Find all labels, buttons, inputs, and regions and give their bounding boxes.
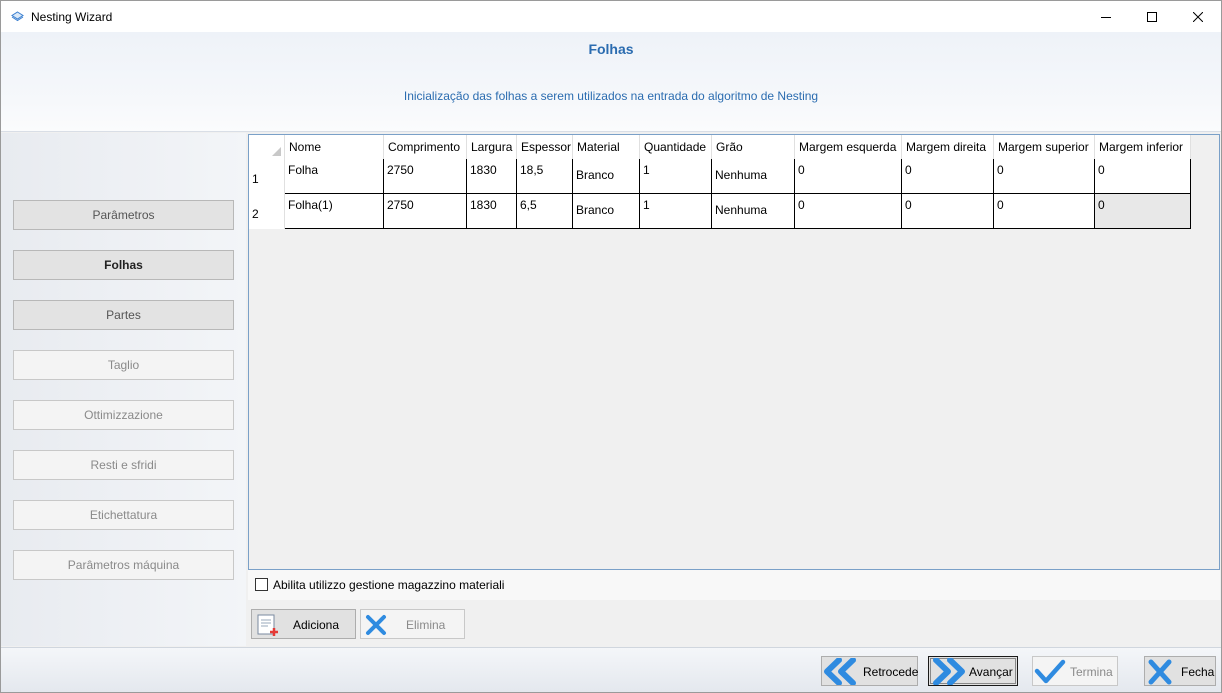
nav-button-ottimizzazione[interactable]: Ottimizzazione — [13, 400, 234, 430]
cell-margem-esquerda[interactable]: 0 — [795, 159, 902, 194]
cell-quantidade[interactable]: 1 — [640, 159, 712, 194]
cell-espessor[interactable]: 18,5 — [517, 159, 573, 194]
cell-margem-esquerda[interactable]: 0 — [795, 194, 902, 229]
nav-button-parametros-maquina[interactable]: Parâmetros máquina — [13, 550, 234, 580]
cell-margem-direita[interactable]: 0 — [902, 159, 994, 194]
delete-button-label: Elimina — [406, 618, 446, 632]
close-icon — [1193, 11, 1203, 22]
next-button[interactable]: Avançar — [928, 656, 1018, 686]
add-document-icon — [257, 614, 278, 636]
cell-grao[interactable]: Nenhuma — [712, 159, 795, 194]
column-header-grao[interactable]: Grão — [712, 135, 795, 159]
back-button-label: Retrocede — [863, 665, 919, 679]
app-diamond-icon — [11, 11, 24, 22]
cell-quantidade[interactable]: 1 — [640, 194, 712, 229]
back-button[interactable]: Retrocede — [821, 656, 918, 686]
column-header-margem-superior[interactable]: Margem superior — [994, 135, 1095, 159]
nav-button-partes[interactable]: Partes — [13, 300, 234, 330]
checkmark-icon — [1034, 659, 1066, 684]
column-header-quantidade[interactable]: Quantidade — [640, 135, 712, 159]
close-x-icon — [1148, 659, 1172, 685]
table-row[interactable]: 1 Folha 2750 1830 18,5 Branco 1 Nenhuma … — [249, 159, 1192, 194]
wizard-footer: Retrocede Avançar Termina Fecha — [1, 647, 1221, 692]
delete-button[interactable]: Elimina — [360, 609, 465, 639]
finish-button[interactable]: Termina — [1032, 656, 1118, 686]
cell-margem-inferior[interactable]: 0 — [1095, 159, 1191, 194]
page-subtitle: Inicialização das folhas a serem utiliza… — [403, 89, 819, 103]
column-header-nome[interactable]: Nome — [285, 135, 384, 159]
grid-corner[interactable] — [249, 135, 285, 159]
nesting-wizard-window: Nesting Wizard Folhas Inicialização das … — [0, 0, 1222, 693]
grid-header: Nome Comprimento Largura Espessor Materi… — [249, 135, 1219, 159]
column-header-comprimento[interactable]: Comprimento — [384, 135, 467, 159]
minimize-icon — [1101, 16, 1111, 18]
delete-x-icon — [366, 615, 386, 635]
nav-button-resti-e-sfridi[interactable]: Resti e sfridi — [13, 450, 234, 480]
cell-margem-direita[interactable]: 0 — [902, 194, 994, 229]
table-row[interactable]: 2 Folha(1) 2750 1830 6,5 Branco 1 Nenhum… — [249, 194, 1192, 229]
cell-margem-superior[interactable]: 0 — [994, 159, 1095, 194]
add-button[interactable]: Adiciona — [251, 609, 356, 639]
warehouse-checkbox[interactable] — [255, 578, 268, 591]
cell-largura[interactable]: 1830 — [467, 159, 517, 194]
maximize-button[interactable] — [1129, 1, 1175, 32]
row-header[interactable]: 1 — [249, 159, 285, 194]
title-bar: Nesting Wizard — [1, 1, 1221, 32]
minimize-button[interactable] — [1083, 1, 1129, 32]
warehouse-checkbox-label[interactable]: Abilita utilizzo gestione magazzino mate… — [273, 578, 504, 592]
cell-largura[interactable]: 1830 — [467, 194, 517, 229]
nav-button-etichettatura[interactable]: Etichettatura — [13, 500, 234, 530]
column-header-material[interactable]: Material — [573, 135, 640, 159]
cell-grao[interactable]: Nenhuma — [712, 194, 795, 229]
close-button-label: Fecha — [1181, 665, 1215, 679]
column-header-margem-esquerda[interactable]: Margem esquerda — [795, 135, 902, 159]
finish-button-label: Termina — [1070, 665, 1113, 679]
cell-material[interactable]: Branco — [573, 194, 640, 229]
cell-nome[interactable]: Folha(1) — [285, 194, 384, 229]
next-button-label: Avançar — [969, 665, 1013, 679]
select-all-triangle-icon — [272, 147, 281, 156]
column-header-margem-direita[interactable]: Margem direita — [902, 135, 994, 159]
page-title: Folhas — [588, 41, 634, 57]
close-button[interactable]: Fecha — [1144, 656, 1216, 686]
warehouse-option-row: Abilita utilizzo gestione magazzino mate… — [248, 570, 1220, 600]
cell-comprimento[interactable]: 2750 — [384, 194, 467, 229]
wizard-header: Folhas Inicialização das folhas a serem … — [1, 32, 1221, 132]
nav-button-folhas[interactable]: Folhas — [13, 250, 234, 280]
cell-nome[interactable]: Folha — [285, 159, 384, 194]
add-button-label: Adiciona — [293, 618, 340, 632]
cell-margem-superior[interactable]: 0 — [994, 194, 1095, 229]
cell-espessor[interactable]: 6,5 — [517, 194, 573, 229]
nav-button-parametros[interactable]: Parâmetros — [13, 200, 234, 230]
column-header-espessor[interactable]: Espessor — [517, 135, 573, 159]
sheets-grid[interactable]: Nome Comprimento Largura Espessor Materi… — [248, 134, 1220, 570]
maximize-icon — [1147, 11, 1157, 22]
window-title: Nesting Wizard — [31, 10, 113, 24]
cell-comprimento[interactable]: 2750 — [384, 159, 467, 194]
nav-button-taglio[interactable]: Taglio — [13, 350, 234, 380]
cell-margem-inferior[interactable]: 0 — [1095, 194, 1191, 229]
wizard-sidebar: Parâmetros Folhas Partes Taglio Ottimizz… — [1, 133, 246, 646]
cell-material[interactable]: Branco — [573, 159, 640, 194]
column-header-largura[interactable]: Largura — [467, 135, 517, 159]
double-chevron-left-icon — [824, 658, 856, 685]
double-chevron-right-icon — [933, 658, 965, 685]
row-header[interactable]: 2 — [249, 194, 285, 229]
close-window-button[interactable] — [1175, 1, 1221, 32]
column-header-margem-inferior[interactable]: Margem inferior — [1095, 135, 1191, 159]
